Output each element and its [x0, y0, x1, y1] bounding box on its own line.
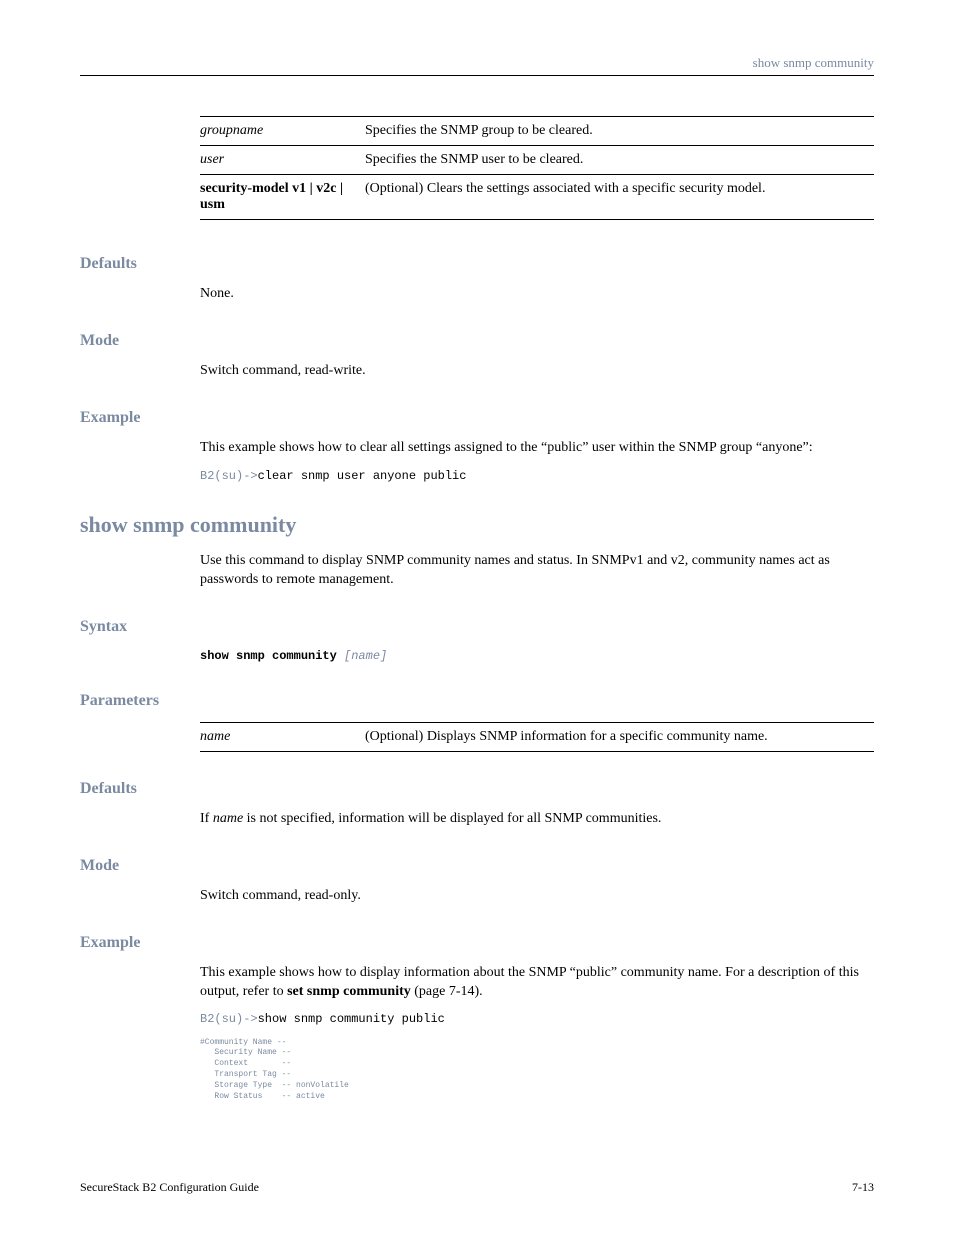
param-desc: Specifies the SNMP user to be cleared.: [365, 146, 874, 175]
example-intro: This example shows how to clear all sett…: [200, 439, 874, 458]
syntax-code: show snmp community [name]: [200, 648, 874, 664]
parameter-table-1: groupname Specifies the SNMP group to be…: [200, 116, 874, 220]
param-name: security-model v1 | v2c | usm: [200, 181, 343, 212]
header-section-title: show snmp community: [753, 55, 874, 71]
syntax-args: [name]: [337, 649, 387, 663]
footer-doc-title: SecureStack B2 Configuration Guide: [80, 1180, 259, 1195]
param-name: name: [200, 729, 230, 744]
page-footer: SecureStack B2 Configuration Guide 7-13: [80, 1180, 874, 1195]
example-intro-2: This example shows how to display inform…: [200, 964, 874, 1002]
section-heading-example-2: Example: [80, 934, 874, 952]
example-output: #Community Name -- Security Name -- Cont…: [200, 1038, 874, 1103]
section-heading-syntax: Syntax: [80, 618, 874, 636]
table-row: security-model v1 | v2c | usm (Optional)…: [200, 175, 874, 220]
code-prompt: B2(su)->: [200, 469, 258, 483]
defaults-body: None.: [200, 285, 874, 304]
param-desc: Specifies the SNMP group to be cleared.: [365, 117, 874, 146]
example-code-1: B2(su)->clear snmp user anyone public: [200, 468, 874, 484]
code-prompt-2: B2(su)->: [200, 1012, 258, 1026]
footer-page-number: 7-13: [852, 1180, 874, 1195]
section-heading-mode: Mode: [80, 332, 874, 350]
defaults-body-2: If name is not specified, information wi…: [200, 810, 874, 829]
code-command-2: show snmp community public: [258, 1012, 445, 1026]
section-heading-example: Example: [80, 409, 874, 427]
code-command: clear snmp user anyone public: [258, 469, 467, 483]
table-row: name (Optional) Displays SNMP informatio…: [200, 722, 874, 751]
command-description: Use this command to display SNMP communi…: [200, 552, 874, 590]
section-heading-defaults-2: Defaults: [80, 780, 874, 798]
example-code-2: B2(su)->show snmp community public: [200, 1011, 874, 1027]
parameter-table-2: name (Optional) Displays SNMP informatio…: [200, 722, 874, 752]
table-row: user Specifies the SNMP user to be clear…: [200, 146, 874, 175]
command-title: show snmp community: [80, 512, 874, 538]
syntax-command: show snmp community: [200, 649, 337, 663]
mode-body-2: Switch command, read-only.: [200, 887, 874, 906]
section-heading-parameters: Parameters: [80, 692, 874, 710]
section-heading-defaults: Defaults: [80, 255, 874, 273]
mode-body: Switch command, read-write.: [200, 362, 874, 381]
table-row: groupname Specifies the SNMP group to be…: [200, 117, 874, 146]
page-header: show snmp community: [80, 55, 874, 76]
param-name: user: [200, 152, 224, 167]
param-name: groupname: [200, 123, 263, 138]
param-desc: (Optional) Displays SNMP information for…: [365, 722, 874, 751]
section-heading-mode-2: Mode: [80, 857, 874, 875]
param-desc: (Optional) Clears the settings associate…: [365, 175, 874, 220]
